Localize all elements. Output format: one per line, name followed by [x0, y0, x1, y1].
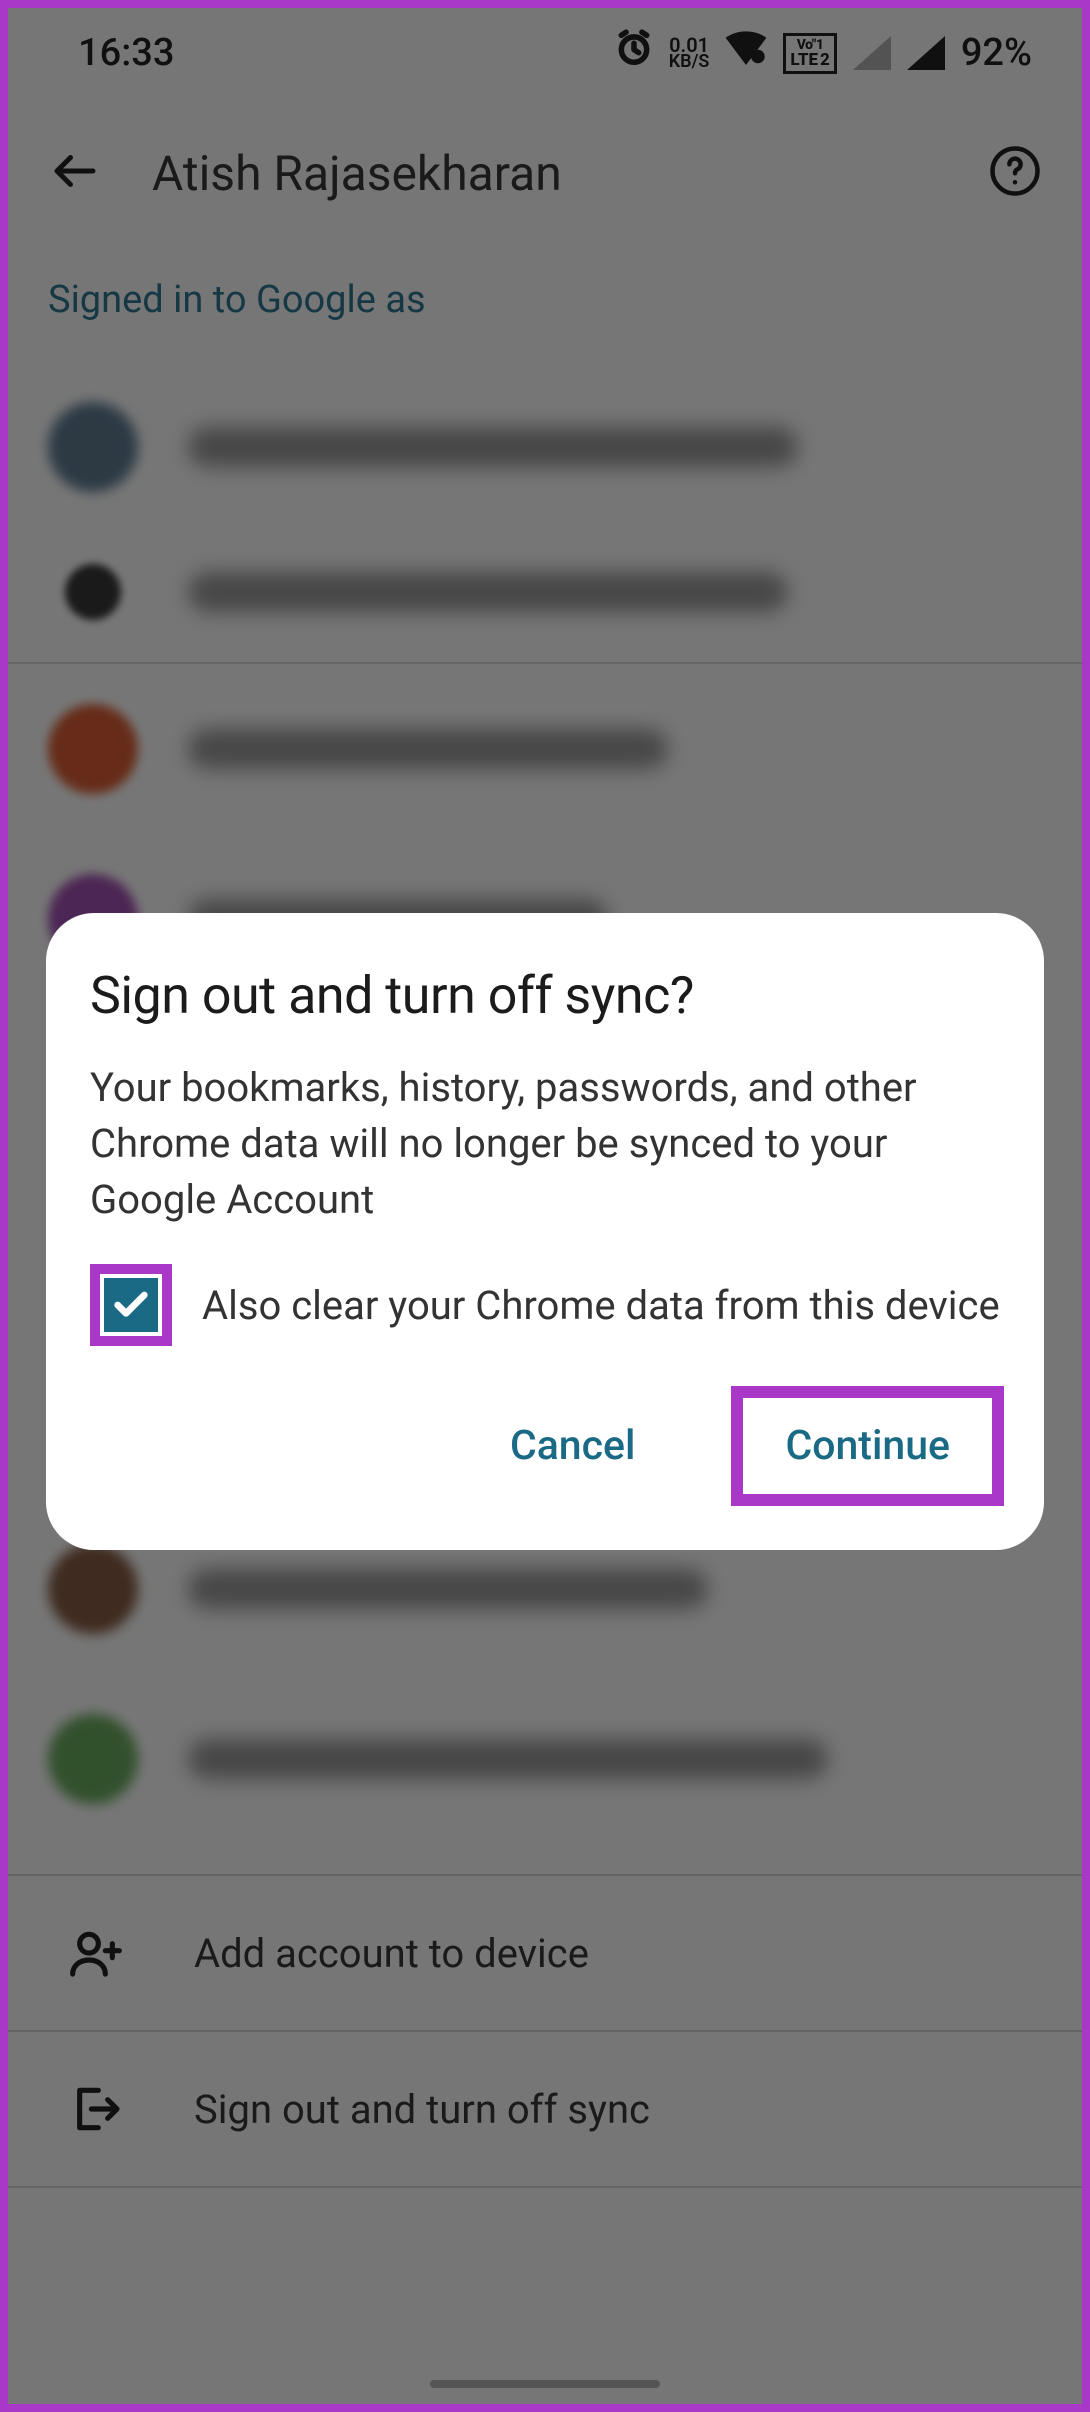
clear-data-checkbox[interactable] — [104, 1278, 158, 1332]
cancel-button[interactable]: Cancel — [474, 1398, 672, 1494]
continue-button[interactable]: Continue — [749, 1398, 986, 1494]
checkbox-highlight — [90, 1264, 172, 1346]
signout-dialog: Sign out and turn off sync? Your bookmar… — [46, 913, 1044, 1550]
checkbox-label: Also clear your Chrome data from this de… — [202, 1282, 1004, 1329]
dialog-title: Sign out and turn off sync? — [90, 965, 1004, 1026]
gesture-bar[interactable] — [430, 2380, 660, 2388]
check-icon — [111, 1285, 151, 1325]
continue-highlight: Continue — [731, 1386, 1004, 1506]
dialog-body: Your bookmarks, history, passwords, and … — [90, 1060, 1004, 1228]
